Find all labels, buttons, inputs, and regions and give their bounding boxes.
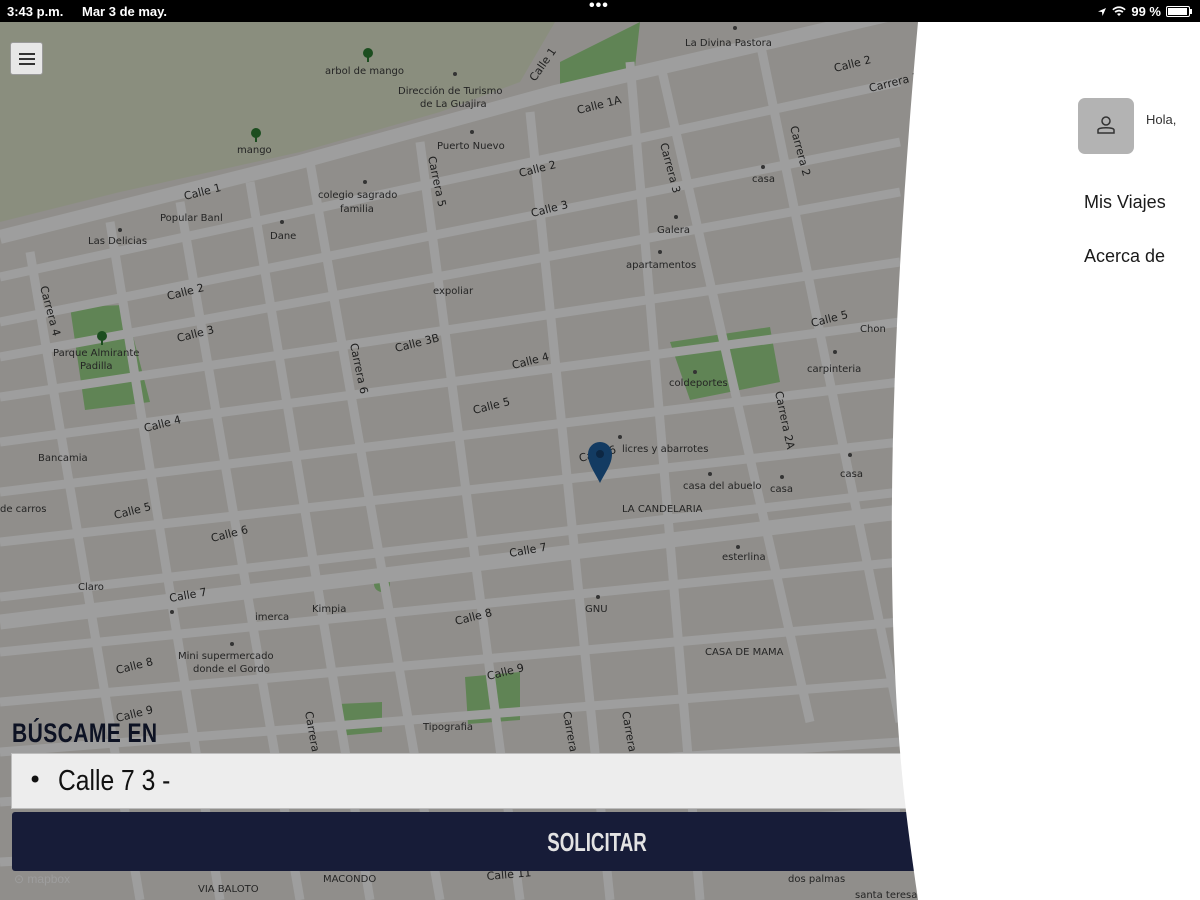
menu-button[interactable] [10, 42, 43, 75]
hamburger-icon-bar [19, 58, 35, 60]
address-field[interactable]: • Calle 7 3 - [11, 753, 1181, 809]
mapbox-icon: ⊙ [14, 872, 25, 886]
place-label: GNU [585, 604, 608, 615]
place-label: casa [752, 174, 775, 185]
hamburger-icon [19, 53, 35, 55]
wifi-icon [1112, 6, 1127, 16]
place-label: casa [840, 469, 863, 480]
place-label: de La Guajira [420, 99, 487, 110]
place-label: casa [770, 484, 793, 495]
search-label: BÚSCAME EN [12, 718, 158, 748]
place-label: arbol de mango [325, 66, 404, 77]
place-label: Galera [657, 225, 690, 236]
place-label: apartamentos [626, 260, 696, 271]
place-label: de carros [0, 504, 46, 515]
place-label: Padilla [80, 361, 113, 372]
address-bullet: • [28, 766, 43, 794]
place-label: casa del abuelo [683, 481, 761, 492]
place-label: Puerto Nuevo [437, 141, 505, 152]
place-label: Dirección de Turismo [398, 85, 503, 97]
mapbox-attribution[interactable]: ⊙ mapbox [14, 872, 70, 886]
place-label: Dane [270, 231, 296, 242]
place-label: VIA BALOTO [198, 884, 259, 895]
status-bar: 3:43 p.m. Mar 3 de may. ••• 99 % [0, 0, 1200, 22]
place-label: Chon [860, 324, 886, 335]
mapbox-label: mapbox [27, 872, 71, 886]
place-label: Bancamia [38, 453, 88, 464]
place-label: esterlina [722, 552, 766, 563]
place-label: Mini supermercado [178, 651, 274, 662]
status-date: Mar 3 de may. [82, 4, 168, 19]
place-label: La Divina Pastora [685, 38, 772, 49]
place-label: LA CANDELARIA [622, 504, 703, 515]
place-label: licres y abarrotes [622, 444, 708, 455]
multitasking-dots-icon[interactable]: ••• [589, 0, 609, 15]
place-label: Claro [78, 582, 104, 593]
place-label: Tipografia [422, 722, 473, 733]
request-button-label: SOLICITAR [547, 827, 647, 857]
place-label: MACONDO [323, 874, 376, 885]
place-label: CASA DE MAMA [705, 647, 784, 658]
place-label: Parque Almirante [53, 348, 139, 359]
status-right-group: 99 % [1097, 4, 1192, 19]
place-label: Las Delicias [88, 236, 147, 247]
place-label: santa teresa [855, 890, 917, 900]
place-label: dos palmas [788, 874, 845, 885]
address-value: Calle 7 3 - [58, 765, 171, 797]
place-label: mango [237, 145, 272, 156]
request-button[interactable]: SOLICITAR [12, 812, 1182, 871]
place-label: carpinteria [807, 364, 861, 375]
place-label: expoliar [433, 286, 474, 297]
place-label: colegio sagrado [318, 190, 397, 201]
place-label: Kimpia [312, 604, 346, 615]
place-label: Popular Banl [160, 213, 223, 224]
place-label: donde el Gordo [193, 664, 270, 675]
place-label: coldeportes [669, 378, 728, 389]
location-icon [1098, 7, 1107, 16]
hamburger-icon-bar [19, 63, 35, 65]
status-time: 3:43 p.m. [7, 4, 64, 19]
place-label: imerca [255, 612, 289, 623]
battery-percent: 99 % [1131, 4, 1161, 19]
battery-icon [1166, 6, 1192, 17]
place-label: familia [340, 204, 374, 215]
